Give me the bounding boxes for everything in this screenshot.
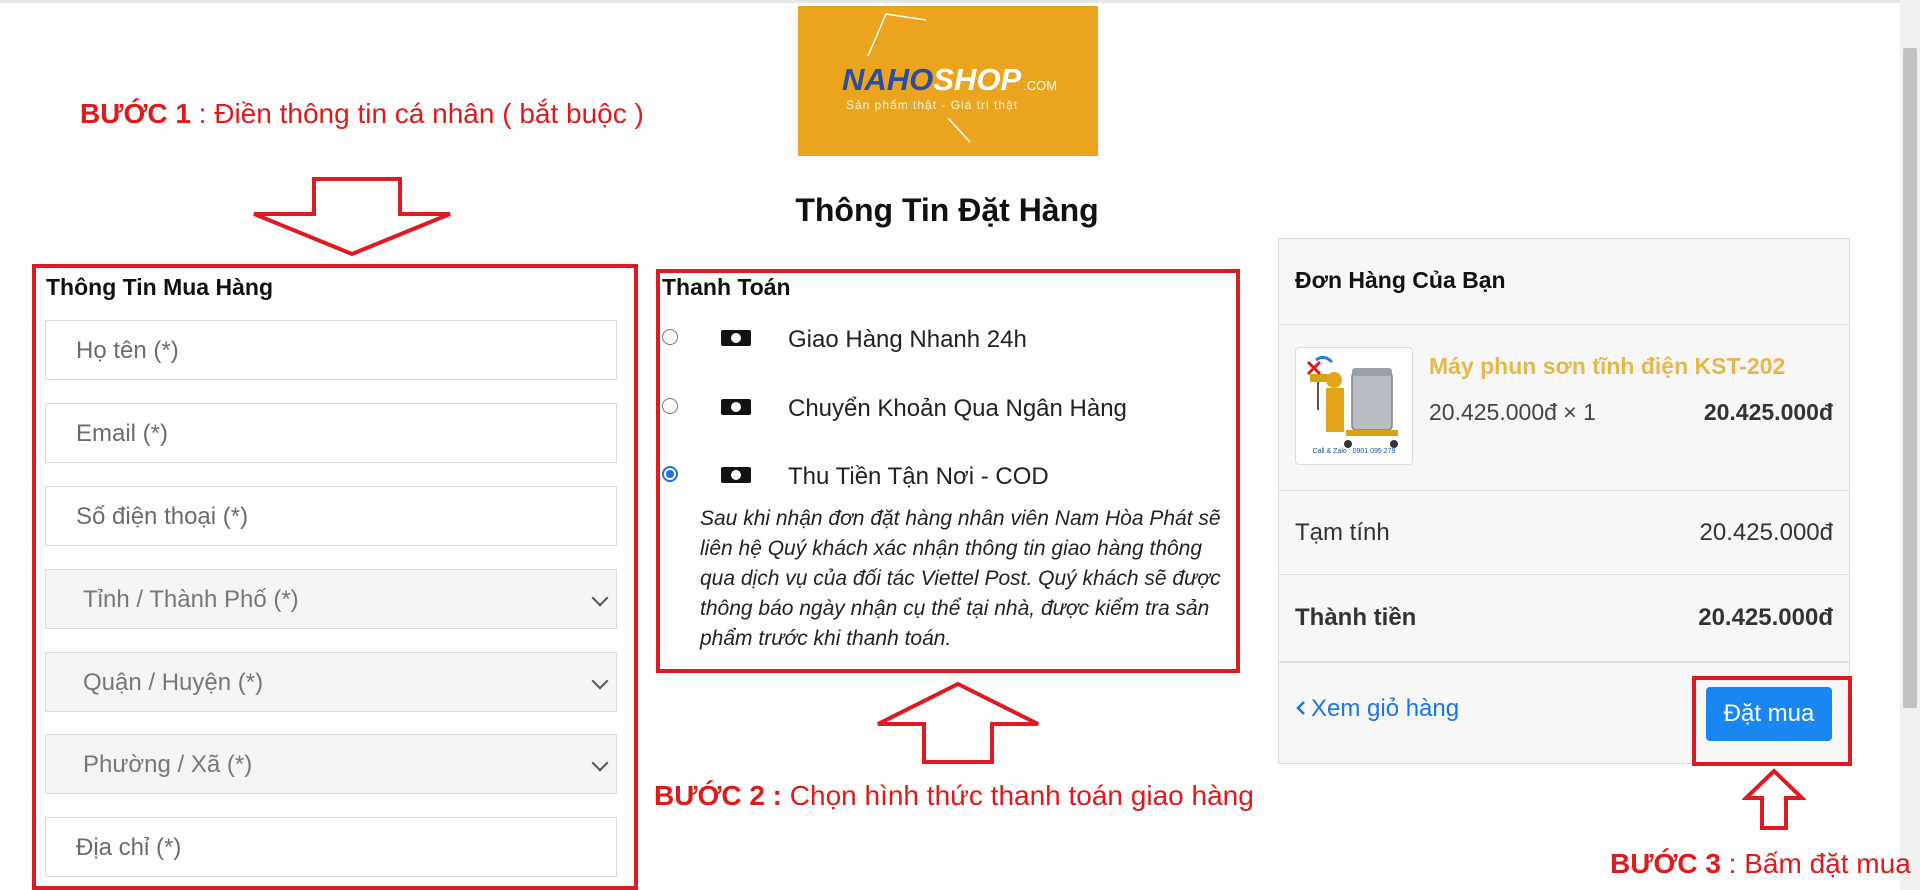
divider (1279, 490, 1849, 491)
payment-description: Sau khi nhận đơn đặt hàng nhân viên Nam … (700, 507, 1221, 650)
payment-option-express[interactable]: Giao Hàng Nhanh 24h (662, 326, 1222, 356)
view-cart-label: Xem giỏ hàng (1311, 695, 1460, 722)
payment-radio-cod[interactable] (662, 466, 678, 482)
subtotal-label: Tạm tính (1295, 519, 1390, 546)
full-name-field[interactable]: Họ tên (*) (45, 320, 617, 380)
scrollbar-thumb[interactable] (1903, 48, 1917, 708)
ward-selected-value: Phường / Xã (*) (83, 751, 253, 778)
address-field[interactable]: Địa chỉ (*) (45, 817, 617, 877)
step3-arrow-up-icon (1742, 768, 1806, 830)
step2-arrow-up-icon (877, 681, 1039, 764)
payment-option-cod[interactable]: Thu Tiền Tận Nơi - COD (662, 463, 1222, 493)
address-placeholder: Địa chỉ (*) (76, 834, 182, 861)
product-line-total: 20.425.000đ (1703, 399, 1833, 425)
spray-machine-image (1306, 355, 1398, 448)
product-name-link[interactable]: Máy phun sơn tĩnh điện KST-202 (1429, 353, 1785, 380)
district-selected-value: Quận / Huyện (*) (83, 669, 264, 696)
order-title: Đơn Hàng Của Bạn (1295, 267, 1506, 293)
logo-wordmark: NAHOSHOP .COM (842, 62, 1058, 97)
province-selected-value: Tỉnh / Thành Phố (*) (83, 586, 299, 613)
chevron-down-icon (591, 754, 609, 772)
ward-select[interactable]: Phường / Xã (*) (45, 734, 617, 794)
money-icon (721, 330, 751, 346)
page-scrollbar[interactable] (1900, 0, 1920, 890)
phone-placeholder: Số điện thoại (*) (76, 503, 249, 530)
email-field[interactable]: Email (*) (45, 403, 617, 463)
total-value: 20.425.000đ (1698, 604, 1833, 631)
window-top-edge (0, 0, 1900, 3)
page-title: Thông Tin Đặt Hàng (795, 192, 1099, 228)
nahoshop-logo[interactable]: NAHOSHOP .COM Sản phẩm thật - Giá trị thậ… (798, 6, 1098, 156)
product-thumbnail[interactable]: Call & Zalo : 0901 095 279 (1295, 347, 1413, 465)
product-price-quantity: 20.425.000đ × 1 (1429, 399, 1596, 425)
email-placeholder: Email (*) (76, 420, 169, 447)
step3-annotation: BƯỚC 3 : Bấm đặt mua (1610, 848, 1911, 879)
buyer-info-title: Thông Tin Mua Hàng (46, 274, 273, 300)
chevron-left-icon (1296, 701, 1305, 715)
total-label: Thành tiền (1295, 604, 1417, 631)
province-select[interactable]: Tỉnh / Thành Phố (*) (45, 569, 617, 629)
phone-field[interactable]: Số điện thoại (*) (45, 486, 617, 546)
divider (1279, 574, 1849, 575)
payment-option-bank-transfer[interactable]: Chuyển Khoản Qua Ngân Hàng (662, 395, 1222, 425)
payment-option-label: Giao Hàng Nhanh 24h (788, 326, 1027, 353)
step3-highlight-box (1692, 676, 1852, 766)
payment-radio-express[interactable] (662, 329, 678, 345)
step1-annotation: BƯỚC 1 : Điền thông tin cá nhân ( bắt bu… (80, 98, 644, 129)
chevron-down-icon (591, 672, 609, 690)
divider (1279, 324, 1849, 325)
money-icon (721, 467, 751, 483)
district-select[interactable]: Quận / Huyện (*) (45, 652, 617, 712)
logo-tagline: Sản phẩm thật - Giá trị thật (846, 98, 1019, 112)
step2-annotation: BƯỚC 2 : Chọn hình thức thanh toán giao … (654, 780, 1254, 811)
full-name-placeholder: Họ tên (*) (76, 337, 179, 364)
view-cart-link[interactable]: Xem giỏ hàng (1295, 695, 1459, 723)
subtotal-value: 20.425.000đ (1699, 519, 1833, 546)
payment-option-label: Thu Tiền Tận Nơi - COD (788, 463, 1049, 490)
money-icon (721, 399, 751, 415)
payment-title: Thanh Toán (662, 274, 791, 300)
payment-radio-bank-transfer[interactable] (662, 398, 678, 414)
chevron-down-icon (591, 589, 609, 607)
divider (1279, 661, 1849, 663)
payment-option-label: Chuyển Khoản Qua Ngân Hàng (788, 395, 1127, 422)
product-image-caption: Call & Zalo : 0901 095 279 (1312, 448, 1396, 455)
